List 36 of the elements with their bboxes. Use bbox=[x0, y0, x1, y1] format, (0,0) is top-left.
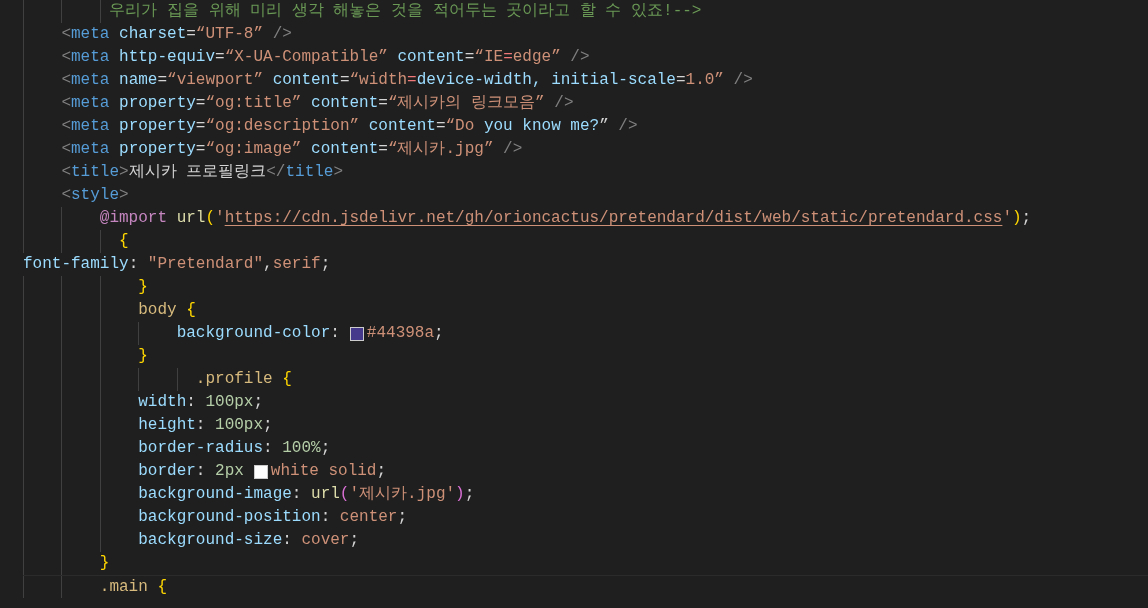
code-text: .profile { bbox=[195, 369, 292, 390]
code-text: <meta http-equiv=“X-UA-Compatible” content=“IE=edge” /> bbox=[61, 47, 590, 68]
code-text: <title>제시카 프로필링크</title> bbox=[61, 162, 344, 183]
code-text: { bbox=[119, 231, 129, 252]
indent-guide bbox=[138, 322, 140, 345]
code-text: white solid; bbox=[270, 461, 387, 482]
code-text: background-image: url('제시카.jpg'); bbox=[138, 484, 475, 505]
color-swatch[interactable] bbox=[253, 464, 268, 479]
code-text: font-family: "Pretendard",serif; bbox=[23, 254, 331, 275]
code-text: <meta property=“og:description” content=“Do you know me?” /> bbox=[61, 116, 638, 137]
code-text: <meta property=“og:title” content=“제시카의 링크모음” /> bbox=[61, 93, 574, 114]
indent-guide bbox=[99, 230, 101, 253]
code-text: <meta name=“viewport” content=“width=device-width, initial-scale=1.0” /> bbox=[61, 70, 753, 91]
indent-guide bbox=[138, 368, 140, 391]
code-text: #44398a; bbox=[366, 323, 444, 344]
code-text: background-position: center; bbox=[138, 507, 408, 528]
code-text: body { bbox=[138, 300, 196, 321]
code-text: @import url('https://cdn.jsdelivr.net/gh/orioncactus/pretendard/dist/web/static/pretendard.css'); bbox=[99, 208, 1032, 229]
code-text: height: 100px; bbox=[138, 415, 273, 436]
code-text: <meta charset=“UTF-8” /> bbox=[61, 24, 292, 45]
code-text: border: 2px bbox=[138, 461, 244, 482]
code-text: width: 100px; bbox=[138, 392, 264, 413]
code-text: background-size: cover; bbox=[138, 530, 360, 551]
code-text: .main { bbox=[99, 576, 168, 598]
indent-guide bbox=[99, 0, 101, 23]
code-text: } bbox=[138, 346, 148, 367]
code-comment: 우리가 집을 위해 미리 생각 해놓은 것을 적어두는 곳이라고 할 수 있죠!--> bbox=[109, 1, 702, 22]
color-swatch[interactable] bbox=[349, 326, 364, 341]
code-text: border-radius: 100%; bbox=[138, 438, 331, 459]
indent-guide bbox=[61, 0, 63, 23]
code-text: background-color: bbox=[176, 323, 340, 344]
indent-guide bbox=[176, 368, 178, 391]
code-text: <meta property=“og:image” content=“제시카.jpg” /> bbox=[61, 139, 523, 160]
code-text: <style> bbox=[61, 185, 129, 206]
code-text: } bbox=[99, 553, 110, 574]
code-text: } bbox=[138, 277, 148, 298]
